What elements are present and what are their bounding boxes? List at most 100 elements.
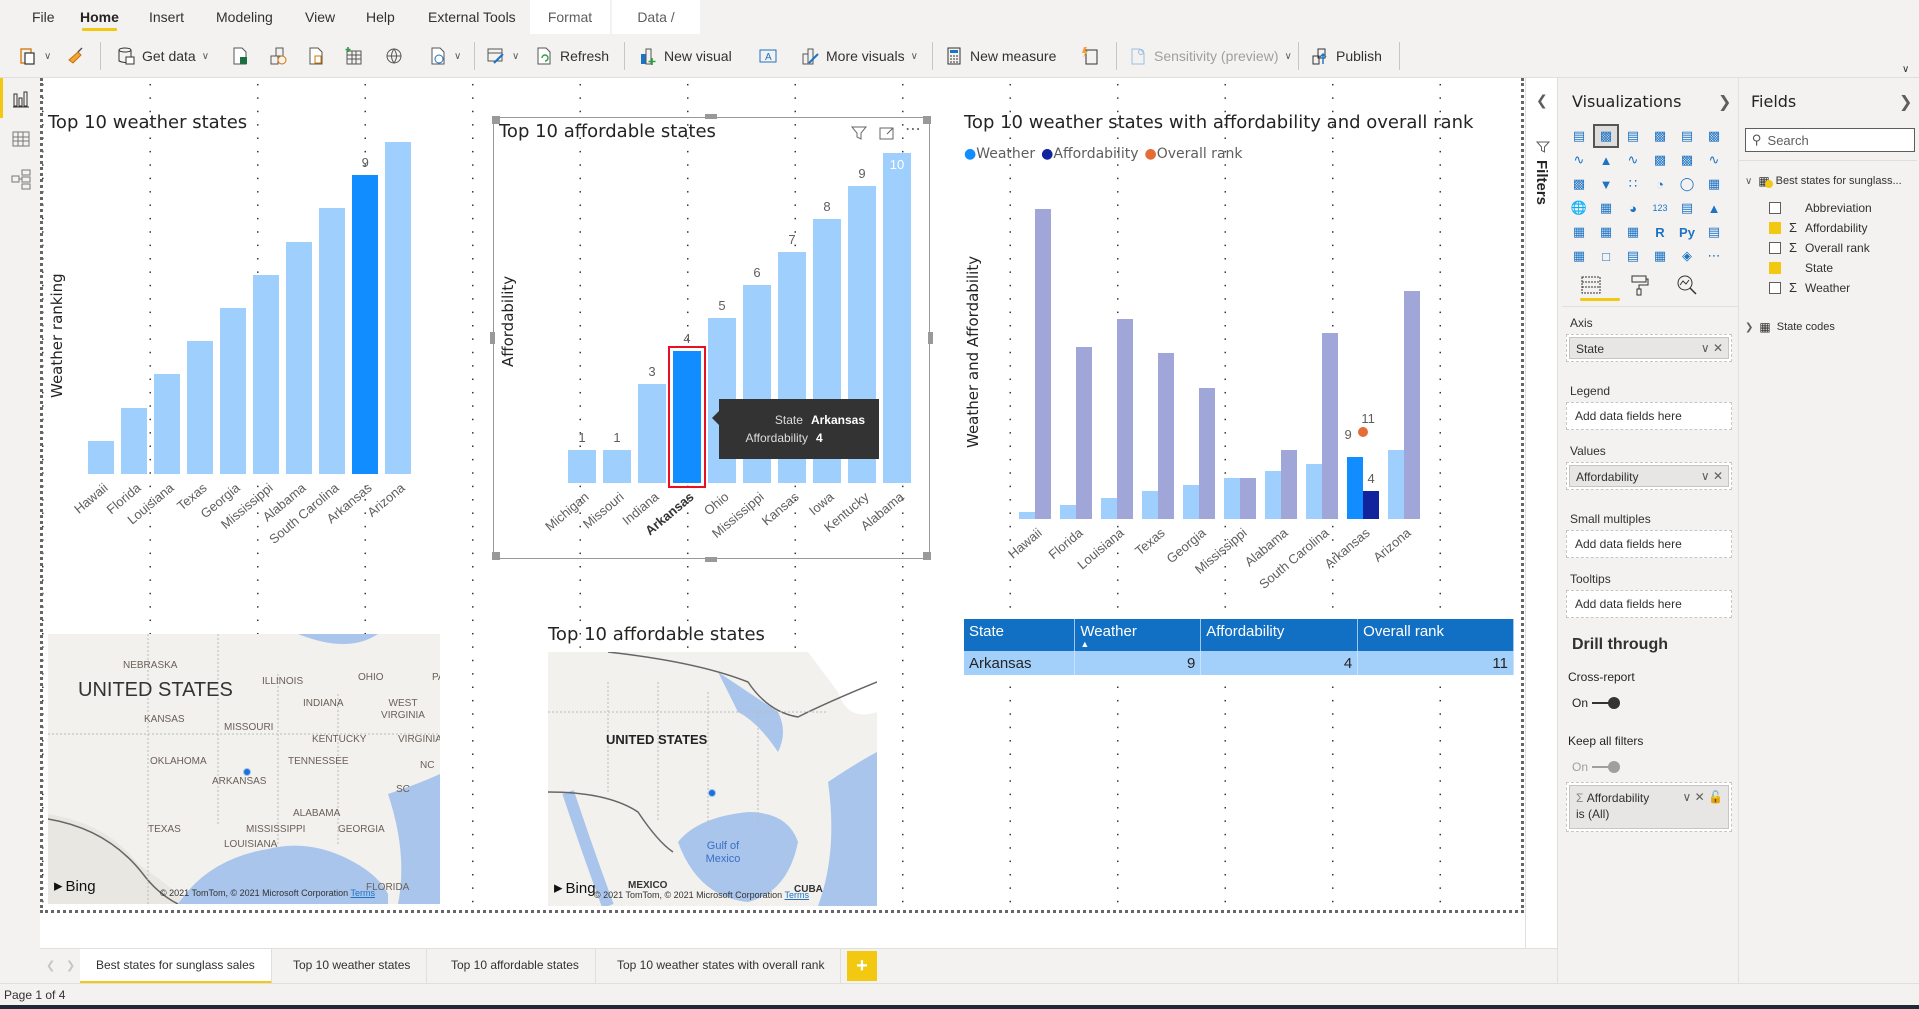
collapse-ribbon-icon[interactable]: ∨ xyxy=(1902,64,1909,75)
bar-affordability[interactable] xyxy=(1240,477,1257,519)
map-location-pin[interactable] xyxy=(243,768,251,776)
power-apps-visual-icon[interactable]: ◈ xyxy=(1676,246,1698,266)
bar-weather[interactable] xyxy=(1101,498,1118,519)
bar[interactable] xyxy=(568,450,596,483)
menu-data-drill[interactable]: Data / Drill xyxy=(612,0,700,59)
format-tab-icon[interactable] xyxy=(1628,274,1650,296)
bar-weather[interactable] xyxy=(1142,491,1159,519)
bar[interactable] xyxy=(253,274,280,474)
bar[interactable] xyxy=(220,308,247,474)
new-measure-button[interactable]: New measure xyxy=(944,42,1056,70)
collapse-visualizations-icon[interactable]: ❯ xyxy=(1718,92,1731,112)
fields-tab-icon[interactable] xyxy=(1580,274,1602,296)
dataverse-button[interactable] xyxy=(384,42,404,70)
bar[interactable] xyxy=(883,153,911,483)
dataset-button[interactable] xyxy=(268,42,288,70)
filters-label[interactable]: Filters xyxy=(1533,160,1550,205)
slicer-visual-icon[interactable]: ▦ xyxy=(1568,222,1590,242)
bar-weather[interactable] xyxy=(1019,512,1036,519)
page-tab-overall-rank[interactable]: Top 10 weather states with overall rank xyxy=(601,949,842,984)
python-visual-icon[interactable]: Py xyxy=(1676,222,1698,242)
bar[interactable] xyxy=(286,241,313,474)
prev-page-icon[interactable]: ❮ xyxy=(46,959,55,972)
bar-affordability[interactable] xyxy=(1404,291,1421,519)
terms-link[interactable]: Terms xyxy=(785,890,810,900)
bar-affordability[interactable] xyxy=(1035,208,1052,519)
next-page-icon[interactable]: ❯ xyxy=(66,959,75,972)
menu-file[interactable]: File xyxy=(20,0,67,34)
multi-row-card-visual-icon[interactable]: ▤ xyxy=(1676,198,1698,218)
sql-button[interactable] xyxy=(306,42,326,70)
bar-affordability[interactable] xyxy=(1158,353,1175,519)
bar[interactable] xyxy=(121,407,148,474)
bar-weather[interactable] xyxy=(1306,463,1323,519)
refresh-button[interactable]: Refresh xyxy=(534,42,609,70)
bar-weather[interactable] xyxy=(1347,456,1364,519)
report-view-icon[interactable] xyxy=(10,88,32,110)
bar[interactable] xyxy=(385,142,412,474)
bar-affordability[interactable] xyxy=(1281,450,1298,519)
funnel-visual-icon[interactable]: ▼ xyxy=(1595,174,1617,194)
field-abbreviation[interactable]: Abbreviation xyxy=(1769,200,1872,215)
donut-visual-icon[interactable]: ◯ xyxy=(1676,174,1698,194)
bar[interactable] xyxy=(187,341,214,474)
collapse-fields-icon[interactable]: ❯ xyxy=(1899,92,1912,112)
bar[interactable] xyxy=(638,384,666,483)
drill-through-well[interactable]: Σ Affordability ∨ ✕ 🔓 is (All) xyxy=(1566,782,1732,832)
bar-weather[interactable] xyxy=(1183,484,1200,519)
data-table[interactable]: State Weather ▲ Affordability Overall ran… xyxy=(964,619,1514,675)
overall-rank-point[interactable] xyxy=(1358,426,1369,437)
ribbon-visual-icon[interactable]: ∿ xyxy=(1703,150,1725,170)
bar[interactable] xyxy=(88,440,115,474)
checkbox[interactable] xyxy=(1769,261,1781,274)
paginated-visual-icon[interactable]: ▤ xyxy=(1622,246,1644,266)
table-header-weather[interactable]: Weather ▲ xyxy=(1074,619,1202,651)
line-clustered-visual-icon[interactable]: ▩ xyxy=(1676,150,1698,170)
menu-format[interactable]: Format xyxy=(530,0,610,34)
recent-sources-button[interactable]: ∨ xyxy=(428,42,461,70)
100-column-visual-icon[interactable]: ▩ xyxy=(1703,126,1725,146)
map-location-pin[interactable] xyxy=(708,789,716,797)
drill-field-pill[interactable]: Σ Affordability ∨ ✕ 🔓 is (All) xyxy=(1569,785,1729,829)
well-values[interactable]: Affordability ∨ ✕ xyxy=(1566,462,1732,490)
matrix-visual-icon[interactable]: ▦ xyxy=(1622,222,1644,242)
checkbox[interactable] xyxy=(1769,241,1781,254)
menu-insert[interactable]: Insert xyxy=(137,0,196,34)
paste-button[interactable]: ∨ xyxy=(18,42,51,70)
fields-search-input[interactable]: ⚲ Search xyxy=(1745,128,1915,152)
analytics-tab-icon[interactable] xyxy=(1676,274,1698,296)
field-pill-state[interactable]: State ∨ ✕ xyxy=(1569,337,1729,359)
line-visual-icon[interactable]: ∿ xyxy=(1568,150,1590,170)
kpi-visual-icon[interactable]: ▲ xyxy=(1703,198,1725,218)
bar-affordability[interactable] xyxy=(1076,346,1093,519)
terms-link[interactable]: Terms xyxy=(351,888,376,898)
100-bar-visual-icon[interactable]: ▤ xyxy=(1676,126,1698,146)
pill-actions-icon[interactable]: ∨ ✕ 🔓 xyxy=(1683,789,1723,805)
add-page-button[interactable]: + xyxy=(847,951,877,981)
well-tooltips[interactable]: Add data fields here xyxy=(1566,590,1732,618)
checkbox[interactable] xyxy=(1769,221,1781,234)
pie-visual-icon[interactable]: ◔ xyxy=(1649,174,1671,194)
field-overall-rank[interactable]: Σ Overall rank xyxy=(1769,240,1870,255)
r-script-visual-icon[interactable]: R xyxy=(1649,222,1671,242)
scatter-visual-icon[interactable]: ∷ xyxy=(1622,174,1644,194)
well-axis[interactable]: State ∨ ✕ xyxy=(1566,334,1732,362)
filters-pane[interactable]: ❮ Filters xyxy=(1525,78,1557,948)
table-header-affordability[interactable]: Affordability xyxy=(1200,619,1359,651)
table-header-overall-rank[interactable]: Overall rank xyxy=(1357,619,1514,651)
checkbox[interactable] xyxy=(1769,201,1781,214)
bar-affordability[interactable] xyxy=(1117,318,1134,519)
decomposition-tree-visual-icon[interactable]: ▦ xyxy=(1568,246,1590,266)
table-state-codes[interactable]: ❯ ▦ State codes xyxy=(1745,320,1835,334)
waterfall-visual-icon[interactable]: ▩ xyxy=(1568,174,1590,194)
menu-home[interactable]: Home xyxy=(68,0,131,34)
quick-measure-button[interactable] xyxy=(1080,42,1100,70)
qa-visual-icon[interactable]: □ xyxy=(1595,246,1617,266)
field-weather[interactable]: Σ Weather xyxy=(1769,280,1850,295)
line-column-visual-icon[interactable]: ▩ xyxy=(1649,150,1671,170)
new-visual-button[interactable]: New visual xyxy=(638,42,732,70)
format-painter-button[interactable] xyxy=(66,42,86,70)
enter-data-button[interactable] xyxy=(344,42,364,70)
page-tab-weather[interactable]: Top 10 weather states xyxy=(277,949,428,984)
expand-filters-icon[interactable]: ❮ xyxy=(1536,92,1548,109)
